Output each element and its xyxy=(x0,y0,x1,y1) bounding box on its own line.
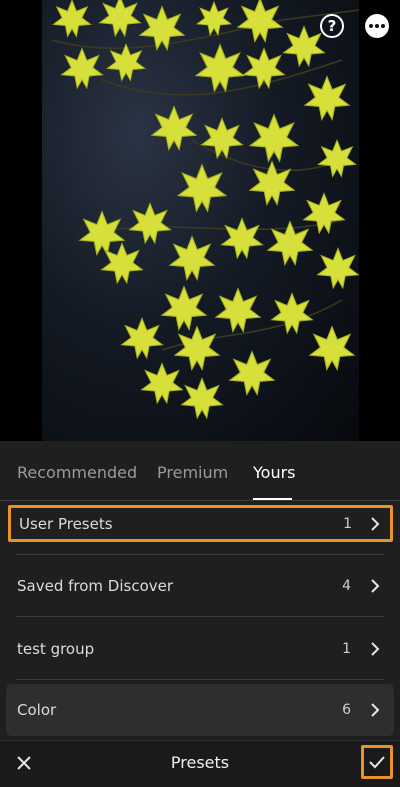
panel-title: Presets xyxy=(170,753,230,772)
group-row-color[interactable]: Color 6 xyxy=(6,684,394,736)
chevron-right-icon xyxy=(371,516,380,531)
presets-panel: Recommended Premium Yours User Presets 1… xyxy=(0,441,400,787)
checkmark-icon xyxy=(369,756,385,769)
group-count: 1 xyxy=(342,640,351,657)
confirm-button[interactable] xyxy=(361,745,393,779)
tab-premium[interactable]: Premium xyxy=(157,463,228,482)
group-row-test-group[interactable]: test group 1 xyxy=(6,621,394,676)
group-count: 1 xyxy=(343,515,352,532)
active-tab-indicator xyxy=(253,498,292,500)
group-label: Color xyxy=(17,701,57,719)
preset-tabs: Recommended Premium Yours xyxy=(0,441,400,501)
group-count: 6 xyxy=(342,702,351,718)
group-row-user-presets[interactable]: User Presets 1 xyxy=(8,505,393,542)
group-label: User Presets xyxy=(19,514,113,533)
divider xyxy=(16,679,384,680)
photo-image xyxy=(42,0,359,441)
tab-yours[interactable]: Yours xyxy=(253,463,296,482)
help-circle-icon[interactable]: ? xyxy=(320,14,344,38)
group-count: 4 xyxy=(342,577,351,594)
group-label: test group xyxy=(17,639,95,658)
more-options-icon[interactable] xyxy=(365,14,389,38)
group-label: Saved from Discover xyxy=(17,576,174,595)
chevron-right-icon xyxy=(371,641,380,656)
divider xyxy=(16,554,384,555)
chevron-right-icon xyxy=(371,578,380,593)
chevron-right-icon xyxy=(371,703,380,717)
divider xyxy=(16,616,384,617)
tab-recommended[interactable]: Recommended xyxy=(17,463,137,482)
photo-preview-area: ? xyxy=(0,0,400,441)
bottom-bar: Presets xyxy=(0,740,400,787)
group-row-saved-from-discover[interactable]: Saved from Discover 4 xyxy=(6,558,394,613)
